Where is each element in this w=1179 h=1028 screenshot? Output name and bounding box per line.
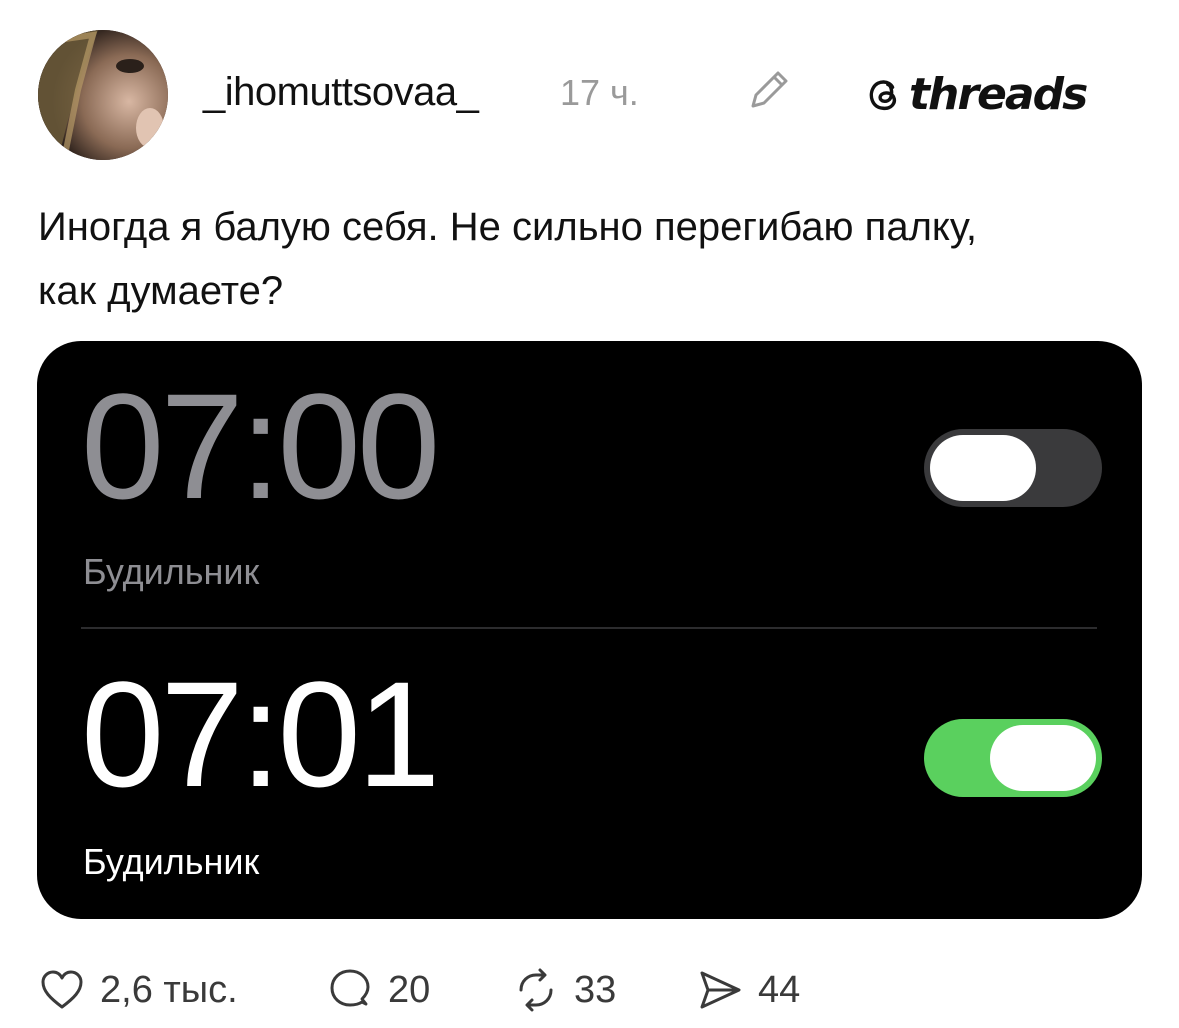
post-text: Иногда я балую себя. Не сильно перегибаю… <box>38 195 1148 323</box>
alarm-toggle-off[interactable] <box>924 429 1102 507</box>
repost-icon <box>519 968 553 1012</box>
alarm-time: 07:01 <box>81 650 440 818</box>
edit-button[interactable] <box>745 64 795 114</box>
post-actions: 2,6 тыс. 20 33 44 <box>0 955 1179 1025</box>
repost-count: 33 <box>574 968 617 1011</box>
toggle-knob <box>930 435 1036 501</box>
toggle-knob <box>990 725 1096 791</box>
post-header: _ihomuttsovaa_ 17 ч. threads <box>0 0 1179 180</box>
post-timestamp: 17 ч. <box>560 72 639 113</box>
comment-icon <box>330 969 370 1007</box>
alarm-time: 07:00 <box>81 362 440 530</box>
alarm-row: 07:00 Будильник <box>37 341 1142 627</box>
threads-logo-icon <box>869 80 896 110</box>
share-button[interactable]: 44 <box>696 965 800 1015</box>
avatar-image <box>38 30 168 160</box>
alarm-image-card[interactable]: 07:00 Будильник 07:01 Будильник <box>37 341 1142 919</box>
like-button[interactable]: 2,6 тыс. <box>38 965 238 1015</box>
like-count: 2,6 тыс. <box>100 968 238 1011</box>
send-icon <box>700 971 741 1009</box>
repost-button[interactable]: 33 <box>512 965 616 1015</box>
post-text-line: Иногда я балую себя. Не сильно перегибаю… <box>38 205 977 249</box>
heart-icon <box>41 970 83 1009</box>
alarm-label: Будильник <box>83 551 260 592</box>
alarm-label: Будильник <box>83 841 260 882</box>
pencil-icon <box>751 71 788 108</box>
alarm-row: 07:01 Будильник <box>37 629 1142 919</box>
threads-logo-text: threads <box>909 68 1088 120</box>
avatar[interactable] <box>38 30 168 160</box>
username[interactable]: _ihomuttsovaa_ <box>203 70 479 115</box>
alarm-toggle-on[interactable] <box>924 719 1102 797</box>
threads-logo: threads <box>865 64 1088 124</box>
share-count: 44 <box>758 968 801 1011</box>
reply-count: 20 <box>388 968 431 1011</box>
reply-button[interactable]: 20 <box>326 965 430 1015</box>
post-text-line: как думаете? <box>38 269 284 313</box>
